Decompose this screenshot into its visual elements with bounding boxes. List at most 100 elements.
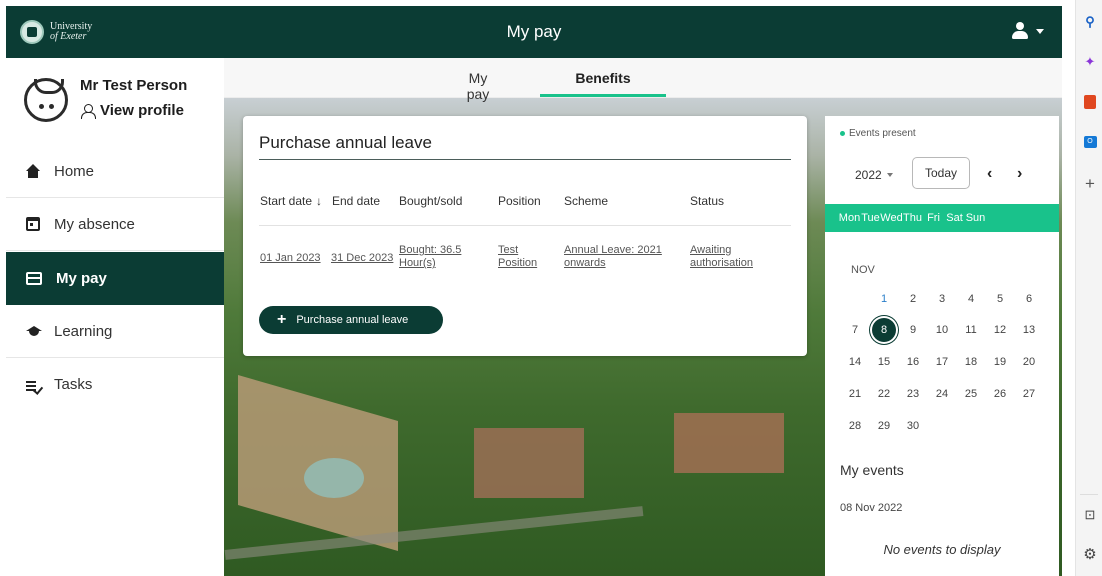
profile-block: Mr Test Person View profile [6, 58, 224, 143]
home-icon [26, 164, 40, 178]
sidebar-item-label: My pay [56, 270, 107, 287]
column-header-bought-sold[interactable]: Bought/sold [399, 194, 462, 208]
user-menu-button[interactable] [1012, 22, 1044, 40]
tab-bar: My pay Benefits [224, 58, 1062, 102]
calendar-day[interactable]: 1 [873, 293, 895, 305]
graduation-cap-icon [26, 324, 42, 338]
column-header-start-date[interactable]: Start date ↓ [260, 194, 322, 208]
app-header: University of Exeter My pay [6, 6, 1062, 58]
calendar-day[interactable]: 28 [844, 420, 866, 432]
calendar-day[interactable]: 8 [872, 318, 896, 342]
sort-down-icon: ↓ [316, 194, 323, 208]
browser-sidebar: ⚲ ✦ O + ⊡ ⚙ [1075, 0, 1102, 576]
cell-scheme[interactable]: Annual Leave: 2021 onwards [564, 244, 662, 270]
calendar-day[interactable]: 6 [1018, 293, 1040, 305]
today-button[interactable]: Today [912, 157, 970, 189]
calendar-day[interactable]: 4 [960, 293, 982, 305]
sidebar-item-home[interactable]: Home [6, 145, 224, 198]
page-title: My pay [506, 22, 562, 41]
view-profile-link[interactable]: View profile [81, 102, 184, 119]
event-dot-icon [840, 131, 845, 136]
calendar-icon [26, 217, 40, 231]
sidebar-item-my-pay[interactable]: My pay [6, 252, 224, 305]
column-header-scheme[interactable]: Scheme [564, 194, 608, 208]
calendar-day[interactable]: 16 [902, 356, 924, 368]
sidebar-item-label: Home [54, 162, 95, 180]
cell-bought-sold[interactable]: Bought: 36.5 Hour(s) [399, 244, 461, 270]
calendar-day[interactable]: 18 [960, 356, 982, 368]
sidebar-item-label: Learning [54, 322, 113, 340]
tab-benefits[interactable]: Benefits [540, 70, 666, 86]
calendar-day[interactable]: 24 [931, 388, 953, 400]
year-select[interactable]: 2022 [855, 168, 893, 182]
calendar-day[interactable]: 11 [960, 324, 982, 336]
purchase-button-label: Purchase annual leave [296, 314, 409, 326]
previous-month-icon[interactable]: ‹ [987, 165, 992, 183]
calendar-day[interactable]: 27 [1018, 388, 1040, 400]
user-icon [1012, 22, 1028, 40]
dow-label: Sun [965, 212, 986, 224]
calendar-day[interactable]: 25 [960, 388, 982, 400]
cell-end-date[interactable]: 31 Dec 2023 [331, 252, 393, 265]
cell-position[interactable]: Test Position [498, 244, 537, 270]
next-month-icon[interactable]: › [1017, 165, 1022, 183]
tab-my-pay[interactable]: My pay [456, 70, 500, 102]
column-header-position[interactable]: Position [498, 194, 541, 208]
copilot-icon[interactable]: ✦ [1082, 54, 1098, 70]
calendar-day[interactable]: 12 [989, 324, 1011, 336]
calendar-day[interactable]: 21 [844, 388, 866, 400]
divider [1080, 494, 1098, 495]
search-icon[interactable]: ⚲ [1082, 14, 1098, 30]
plus-icon: + [277, 311, 287, 328]
main-content: My pay Benefits Purchase annual leave St… [224, 58, 1062, 576]
calendar-day[interactable]: 30 [902, 420, 924, 432]
panel-toggle-icon[interactable]: ⊡ [1082, 507, 1098, 523]
add-icon[interactable]: + [1082, 174, 1098, 193]
calendar-day[interactable]: 2 [902, 293, 924, 305]
calendar-day[interactable]: 14 [844, 356, 866, 368]
calendar-day[interactable]: 19 [989, 356, 1011, 368]
calendar-day[interactable]: 26 [989, 388, 1011, 400]
sidebar: Mr Test Person View profile Home My abse… [6, 58, 224, 576]
calendar-day[interactable]: 7 [844, 324, 866, 336]
calendar-day[interactable]: 9 [902, 324, 924, 336]
calendar-day[interactable]: 17 [931, 356, 953, 368]
calendar-day[interactable]: 13 [1018, 324, 1040, 336]
calendar-day[interactable]: 23 [902, 388, 924, 400]
calendar-day[interactable]: 15 [873, 356, 895, 368]
tasks-icon [26, 378, 40, 392]
calendar-day[interactable]: 29 [873, 420, 895, 432]
gear-icon[interactable]: ⚙ [1082, 546, 1098, 563]
calendar-day[interactable]: 22 [873, 388, 895, 400]
column-header-status[interactable]: Status [690, 194, 724, 208]
person-icon [81, 103, 96, 119]
sidebar-item-learning[interactable]: Learning [6, 305, 224, 358]
sidebar-item-my-absence[interactable]: My absence [6, 198, 224, 251]
calendar-day[interactable]: 10 [931, 324, 953, 336]
calendar-day[interactable]: 3 [931, 293, 953, 305]
events-date: 08 Nov 2022 [840, 502, 903, 514]
office-icon[interactable] [1082, 94, 1098, 110]
sidebar-item-label: Tasks [54, 376, 93, 393]
calendar-panel: Events present 2022 Today ‹ › Mon Tue We… [825, 116, 1059, 576]
chevron-down-icon [886, 173, 893, 177]
sidebar-item-tasks[interactable]: Tasks [6, 358, 224, 411]
outlook-icon[interactable]: O [1082, 134, 1098, 150]
cell-start-date[interactable]: 01 Jan 2023 [260, 252, 321, 265]
card-title: Purchase annual leave [259, 133, 432, 152]
profile-name: Mr Test Person [80, 77, 188, 94]
purchase-annual-leave-button[interactable]: + Purchase annual leave [259, 306, 443, 334]
sidebar-item-label: My absence [54, 215, 135, 233]
calendar-day[interactable]: 20 [1018, 356, 1040, 368]
calendar-day[interactable]: 5 [989, 293, 1011, 305]
no-events-message: No events to display [883, 542, 1001, 557]
days-of-week-header: Mon Tue Wed Thu Fri Sat Sun [825, 204, 1059, 232]
month-label: NOV [851, 264, 875, 276]
events-legend: Events present [840, 128, 916, 139]
my-events-title: My events [840, 462, 904, 478]
active-tab-indicator [540, 94, 666, 97]
cell-status[interactable]: Awaiting authorisation [690, 244, 753, 270]
view-profile-label: View profile [100, 102, 184, 119]
card-icon [26, 272, 42, 285]
column-header-end-date[interactable]: End date [332, 194, 380, 208]
